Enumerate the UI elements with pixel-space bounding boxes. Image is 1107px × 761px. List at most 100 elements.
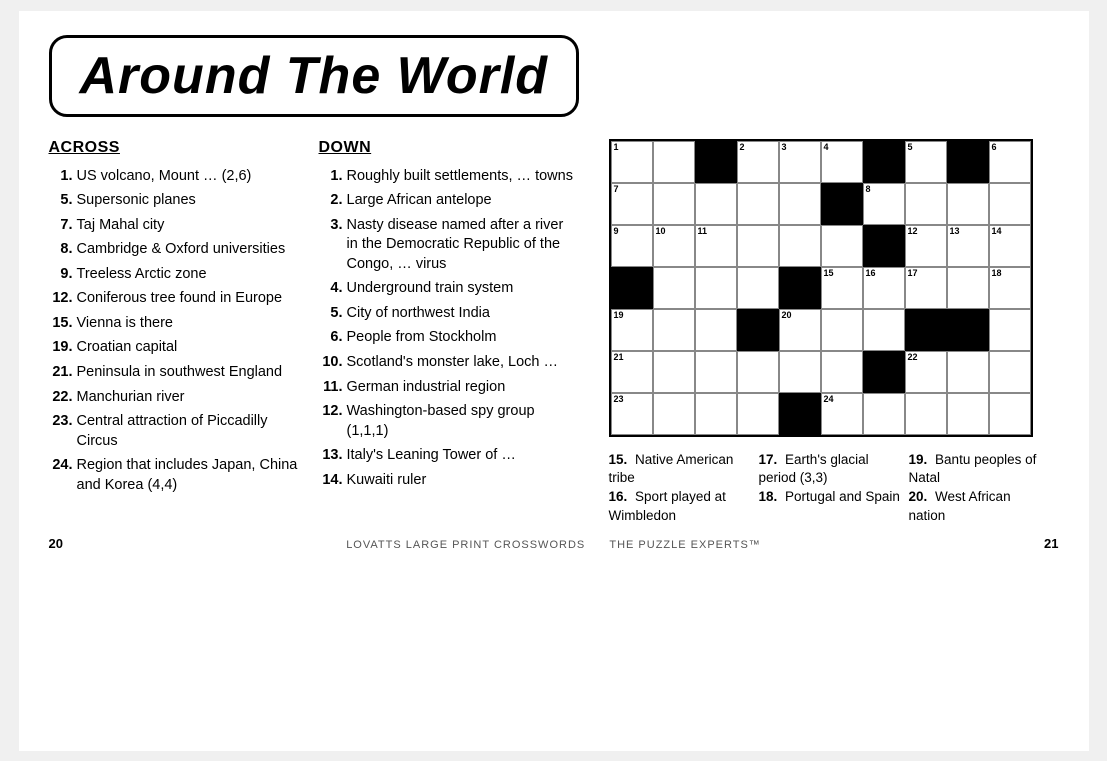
- white-cell[interactable]: 10: [653, 225, 695, 267]
- white-cell[interactable]: 5: [905, 141, 947, 183]
- white-cell[interactable]: [737, 351, 779, 393]
- white-cell[interactable]: 17: [905, 267, 947, 309]
- white-cell[interactable]: 11: [695, 225, 737, 267]
- white-cell[interactable]: [779, 225, 821, 267]
- white-cell[interactable]: [905, 183, 947, 225]
- white-cell[interactable]: 24: [821, 393, 863, 435]
- bottom-clue-item: 17. Earth's glacial period (3,3): [759, 451, 901, 489]
- cell-number: 11: [698, 227, 708, 236]
- white-cell[interactable]: [695, 351, 737, 393]
- bottom-clue-group: 17. Earth's glacial period (3,3)18. Port…: [759, 451, 909, 527]
- white-cell[interactable]: [989, 351, 1031, 393]
- white-cell[interactable]: 8: [863, 183, 905, 225]
- cell-number: 7: [614, 185, 619, 194]
- clue-number: 12.: [319, 402, 347, 441]
- clue-number: 2.: [319, 191, 347, 211]
- white-cell[interactable]: 19: [611, 309, 653, 351]
- black-cell: [947, 309, 989, 351]
- white-cell[interactable]: 12: [905, 225, 947, 267]
- across-clue-item: 7.Taj Mahal city: [49, 216, 309, 236]
- clue-text: Kuwaiti ruler: [347, 471, 427, 491]
- white-cell[interactable]: 4: [821, 141, 863, 183]
- white-cell[interactable]: [821, 309, 863, 351]
- white-cell[interactable]: 7: [611, 183, 653, 225]
- white-cell[interactable]: 20: [779, 309, 821, 351]
- clue-text: Large African antelope: [347, 191, 492, 211]
- cell-number: 24: [824, 395, 834, 404]
- white-cell[interactable]: 23: [611, 393, 653, 435]
- white-cell[interactable]: [821, 351, 863, 393]
- white-cell[interactable]: [947, 183, 989, 225]
- white-cell[interactable]: [947, 351, 989, 393]
- clue-number: 5.: [49, 191, 77, 211]
- clue-text: Taj Mahal city: [77, 216, 165, 236]
- white-cell[interactable]: 22: [905, 351, 947, 393]
- white-cell[interactable]: 6: [989, 141, 1031, 183]
- white-cell[interactable]: [695, 267, 737, 309]
- white-cell[interactable]: 9: [611, 225, 653, 267]
- white-cell[interactable]: [737, 267, 779, 309]
- clue-number: 19.: [49, 338, 77, 358]
- clue-number: 9.: [49, 265, 77, 285]
- white-cell[interactable]: [989, 309, 1031, 351]
- white-cell[interactable]: [905, 393, 947, 435]
- white-cell[interactable]: [863, 393, 905, 435]
- white-cell[interactable]: [653, 141, 695, 183]
- white-cell[interactable]: [653, 393, 695, 435]
- white-cell[interactable]: [863, 309, 905, 351]
- cell-number: 18: [992, 269, 1002, 278]
- white-cell[interactable]: [695, 393, 737, 435]
- white-cell[interactable]: 2: [737, 141, 779, 183]
- clue-number: 7.: [49, 216, 77, 236]
- clue-text: Cambridge & Oxford universities: [77, 240, 286, 260]
- clue-number: 1.: [49, 167, 77, 187]
- white-cell[interactable]: 3: [779, 141, 821, 183]
- white-cell[interactable]: 14: [989, 225, 1031, 267]
- white-cell[interactable]: [695, 183, 737, 225]
- white-cell[interactable]: [653, 183, 695, 225]
- cell-number: 14: [992, 227, 1002, 236]
- white-cell[interactable]: 21: [611, 351, 653, 393]
- down-clue-item: 14.Kuwaiti ruler: [319, 471, 579, 491]
- clue-number: 8.: [49, 240, 77, 260]
- black-cell: [821, 183, 863, 225]
- white-cell[interactable]: 15: [821, 267, 863, 309]
- bottom-clue-group: 15. Native American tribe16. Sport playe…: [609, 451, 759, 527]
- white-cell[interactable]: [947, 393, 989, 435]
- clue-text: Vienna is there: [77, 314, 173, 334]
- white-cell[interactable]: [779, 351, 821, 393]
- white-cell[interactable]: 16: [863, 267, 905, 309]
- white-cell[interactable]: [695, 309, 737, 351]
- footer-brand: LOVATTS LARGE PRINT CROSSWORDS The puzzl…: [63, 539, 1044, 551]
- clue-number: 17.: [759, 452, 782, 467]
- grid-container: 123456789101112131415161718192021222324: [611, 141, 1031, 435]
- cell-number: 1: [614, 143, 619, 152]
- cell-number: 5: [908, 143, 913, 152]
- white-cell[interactable]: [989, 183, 1031, 225]
- white-cell[interactable]: [653, 267, 695, 309]
- bottom-clue-item: 16. Sport played at Wimbledon: [609, 488, 751, 526]
- white-cell[interactable]: [737, 393, 779, 435]
- clue-text: People from Stockholm: [347, 328, 497, 348]
- across-clue-item: 21.Peninsula in southwest England: [49, 363, 309, 383]
- white-cell[interactable]: [947, 267, 989, 309]
- across-clue-item: 23.Central attraction of Piccadilly Circ…: [49, 412, 309, 451]
- clue-text: Croatian capital: [77, 338, 178, 358]
- white-cell[interactable]: [779, 183, 821, 225]
- white-cell[interactable]: 18: [989, 267, 1031, 309]
- white-cell[interactable]: [653, 351, 695, 393]
- white-cell[interactable]: [653, 309, 695, 351]
- white-cell[interactable]: 13: [947, 225, 989, 267]
- cell-number: 19: [614, 311, 624, 320]
- content-area: ACROSS 1.US volcano, Mount … (2,6)5.Supe…: [49, 139, 1059, 527]
- footer-page-right: 21: [1044, 536, 1058, 551]
- clue-number: 6.: [319, 328, 347, 348]
- bottom-clue-group: 19. Bantu peoples of Natal20. West Afric…: [909, 451, 1059, 527]
- white-cell[interactable]: [737, 225, 779, 267]
- cell-number: 9: [614, 227, 619, 236]
- white-cell[interactable]: [737, 183, 779, 225]
- white-cell[interactable]: [821, 225, 863, 267]
- white-cell[interactable]: 1: [611, 141, 653, 183]
- white-cell[interactable]: [989, 393, 1031, 435]
- across-clue-item: 19.Croatian capital: [49, 338, 309, 358]
